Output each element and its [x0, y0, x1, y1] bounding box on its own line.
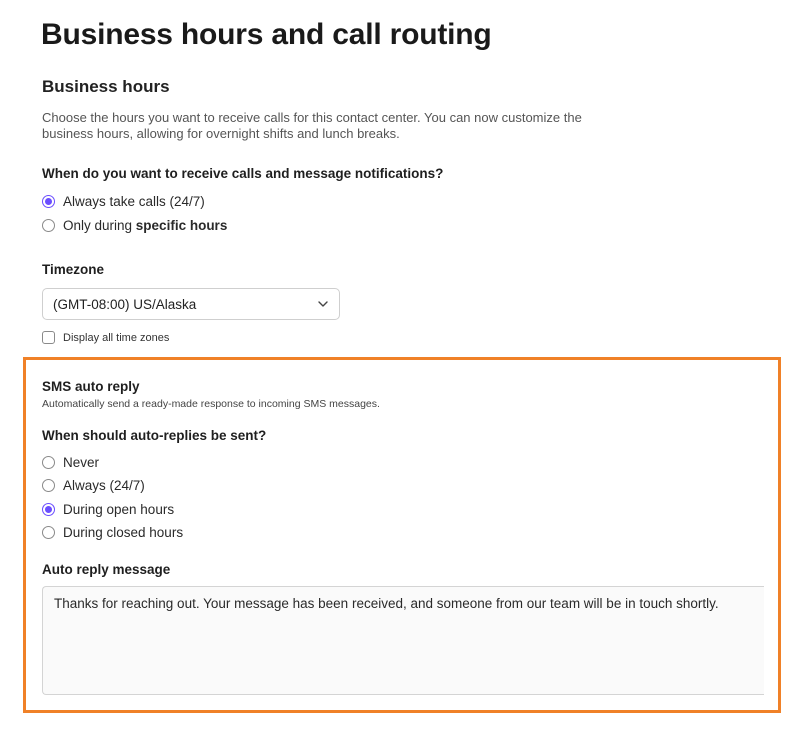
radio-label-prefix: Only during: [63, 217, 136, 233]
radio-button[interactable]: [42, 218, 55, 232]
radio-during-open-hours[interactable]: During open hours: [42, 500, 174, 518]
display-all-timezones-label: Display all time zones: [63, 331, 170, 344]
chevron-down-icon: [318, 301, 328, 307]
radio-label: Only during specific hours: [63, 218, 227, 233]
auto-reply-question: When should auto-replies be sent?: [42, 428, 267, 443]
calls-question: When do you want to receive calls and me…: [42, 166, 444, 181]
radio-label: Always take calls (24/7): [63, 193, 205, 209]
radio-button[interactable]: [42, 478, 55, 492]
business-hours-description: Choose the hours you want to receive cal…: [42, 110, 582, 141]
timezone-label: Timezone: [42, 262, 105, 277]
radio-button-checked[interactable]: [42, 502, 55, 516]
radio-never[interactable]: Never: [42, 453, 99, 471]
radio-label-bold: specific hours: [135, 217, 228, 233]
radio-label: During open hours: [63, 501, 175, 517]
sms-auto-reply-heading: SMS auto reply: [42, 379, 140, 394]
display-all-timezones-toggle[interactable]: Display all time zones: [42, 331, 169, 344]
radio-button-checked[interactable]: [42, 194, 55, 208]
radio-button[interactable]: [42, 455, 55, 469]
radio-during-closed-hours[interactable]: During closed hours: [42, 523, 183, 541]
display-all-timezones-checkbox[interactable]: [42, 331, 55, 344]
business-hours-heading: Business hours: [42, 77, 170, 96]
page-title: Business hours and call routing: [41, 18, 492, 51]
auto-reply-message-textarea[interactable]: Thanks for reaching out. Your message ha…: [42, 586, 764, 695]
radio-button[interactable]: [42, 525, 55, 539]
timezone-selected-value: (GMT-08:00) US/Alaska: [53, 296, 197, 312]
radio-label: Always (24/7): [63, 477, 145, 493]
radio-always-take-calls[interactable]: Always take calls (24/7): [42, 192, 205, 210]
auto-reply-message-label: Auto reply message: [42, 562, 171, 577]
radio-label: Never: [63, 454, 100, 470]
sms-auto-reply-description: Automatically send a ready-made response…: [42, 398, 380, 410]
timezone-select[interactable]: (GMT-08:00) US/Alaska: [42, 288, 340, 320]
radio-always[interactable]: Always (24/7): [42, 476, 145, 494]
radio-specific-hours[interactable]: Only during specific hours: [42, 216, 227, 234]
radio-label: During closed hours: [63, 524, 184, 540]
